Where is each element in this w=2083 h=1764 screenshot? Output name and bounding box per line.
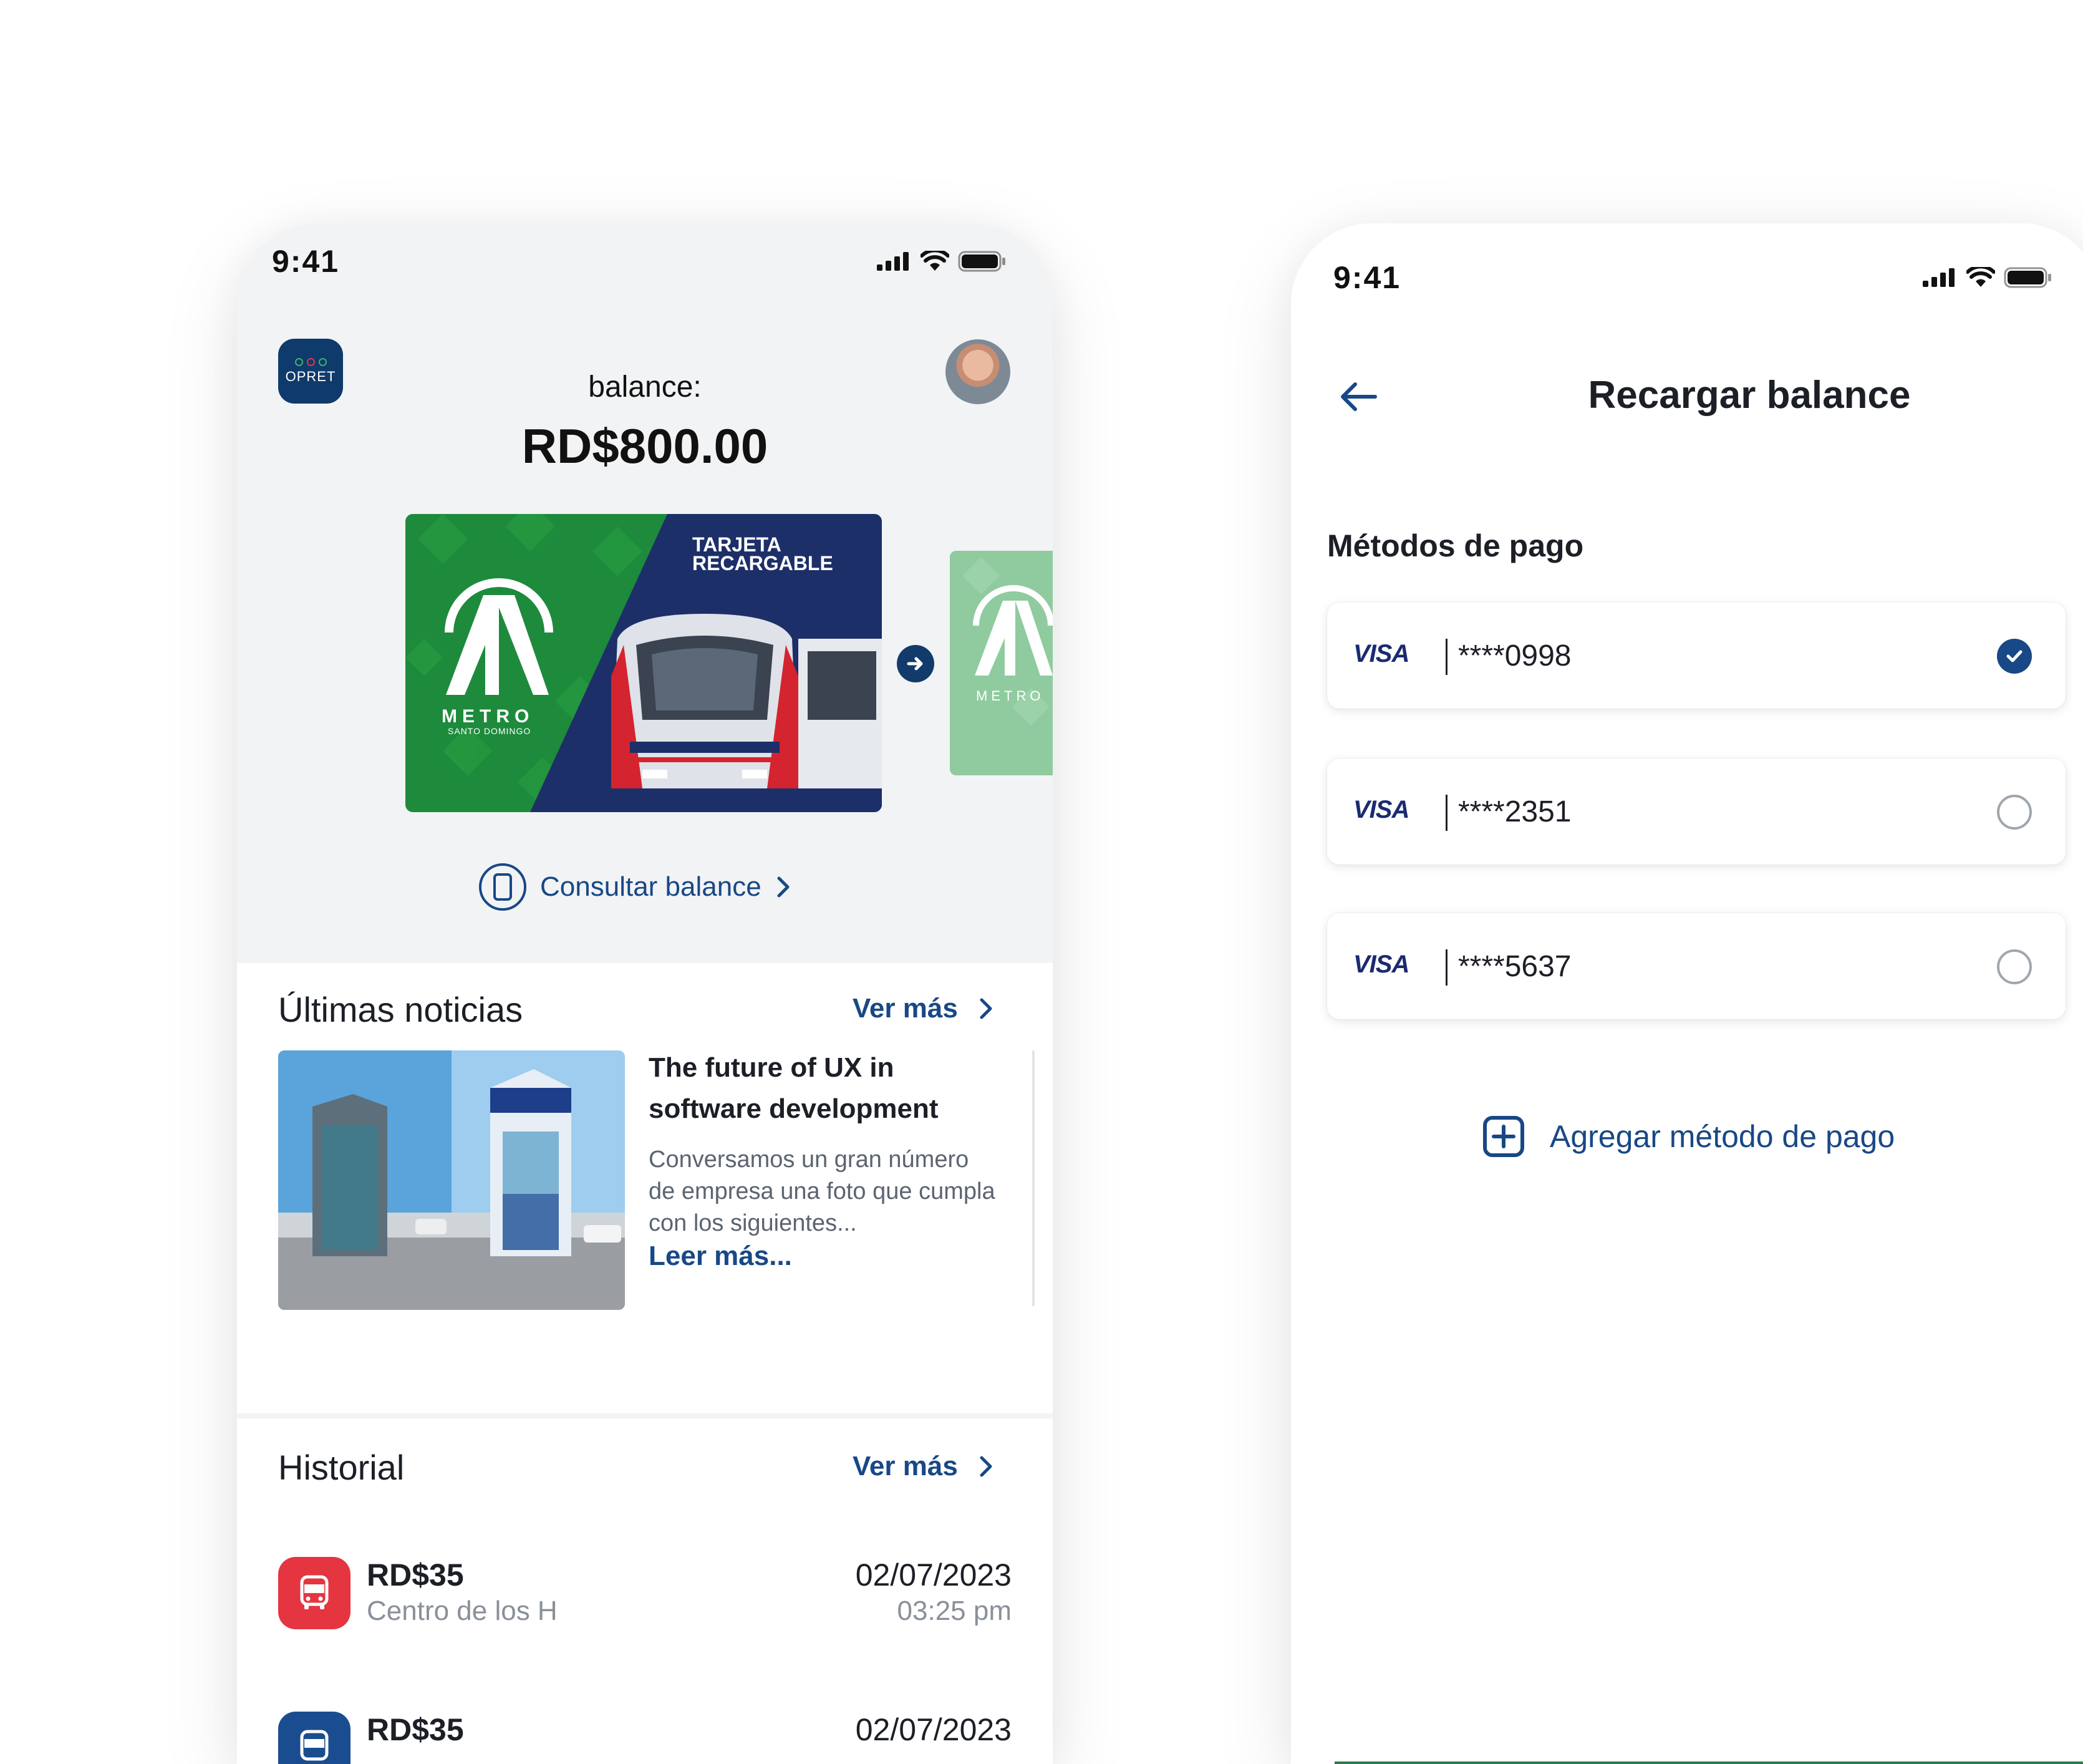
status-time: 9:41 [1333, 260, 1401, 295]
chevron-right-icon [980, 998, 992, 1019]
news-item-title[interactable]: The future of UX in software development [649, 1047, 998, 1130]
news-read-more-link[interactable]: Leer más... [649, 1241, 792, 1272]
card-number: ****0998 [1458, 639, 1572, 672]
history-date: 02/07/2023 [855, 1558, 1012, 1592]
signal-icon [877, 252, 909, 271]
history-date: 02/07/2023 [855, 1712, 1012, 1747]
news-section: Últimas noticias Ver más The future of U [237, 963, 1053, 1413]
signal-icon [1923, 268, 1955, 287]
news-title: Últimas noticias [278, 990, 523, 1029]
plus-square-icon [1483, 1116, 1524, 1157]
history-ver-mas-label: Ver más [853, 1451, 958, 1481]
card-preview-artwork: METRO [950, 551, 1053, 775]
recharge-screen: 9:41 Recargar balance Métodos de pago VI… [1291, 223, 2083, 1764]
history-amount: RD$35 [367, 1712, 464, 1747]
status-bar: 9:41 [1291, 223, 2083, 298]
wifi-icon [1966, 267, 1995, 287]
visa-logo: VISA [1353, 640, 1409, 667]
status-icons [877, 251, 1007, 272]
history-title: Historial [278, 1448, 405, 1487]
chevron-right-icon [777, 876, 790, 898]
next-card-preview[interactable]: METRO [950, 551, 1053, 775]
battery-icon [2004, 267, 2051, 288]
bus-icon [278, 1712, 350, 1764]
bus-icon [278, 1557, 350, 1629]
divider [1446, 639, 1447, 675]
payment-method-card[interactable]: VISA ****0998 [1327, 603, 2066, 709]
balance-label: balance: [588, 371, 702, 404]
status-time: 9:41 [272, 244, 340, 279]
consult-balance-label: Consultar balance [540, 871, 761, 902]
history-section: Historial Ver más RD$35 Centro de los H … [237, 1418, 1053, 1764]
history-ver-mas-link[interactable]: Ver más [853, 1451, 995, 1482]
arrow-right-icon [907, 657, 923, 671]
news-scrollbar[interactable] [1032, 1050, 1035, 1306]
battery-icon [958, 251, 1005, 272]
wifi-icon [921, 251, 949, 271]
history-row[interactable]: RD$35 Centro de los H 02/07/2023 03:25 p… [278, 1557, 1012, 1638]
card-title: TARJETA RECARGABLE [692, 533, 833, 574]
check-icon [2006, 650, 2023, 662]
news-ver-mas-link[interactable]: Ver más [853, 993, 995, 1024]
history-row[interactable]: RD$35 02/07/2023 [278, 1712, 1012, 1764]
news-photo [278, 1050, 625, 1310]
visa-logo: VISA [1353, 796, 1409, 823]
chevron-right-icon [980, 1456, 992, 1477]
divider [1446, 795, 1447, 831]
unselected-radio[interactable] [1997, 795, 2032, 830]
card-number: ****5637 [1458, 950, 1572, 983]
visa-logo: VISA [1353, 951, 1409, 978]
metro-card[interactable]: TARJETA RECARGABLE METRO SANTO DOMINGO [405, 514, 882, 812]
news-item-body: Conversamos un gran número de empresa un… [649, 1146, 995, 1236]
card-icon [479, 863, 526, 911]
news-ver-mas-label: Ver más [853, 993, 958, 1024]
news-image[interactable] [278, 1050, 625, 1310]
payment-method-card[interactable]: VISA ****2351 [1327, 758, 2066, 865]
svg-text:METRO: METRO [976, 688, 1044, 704]
history-amount: RD$35 [367, 1558, 464, 1592]
selected-radio[interactable] [1997, 639, 2032, 674]
status-bar: 9:41 [237, 223, 1053, 298]
card-brand-sub: SANTO DOMINGO [448, 726, 531, 736]
add-payment-method-button[interactable]: Agregar método de pago [1482, 1115, 1895, 1158]
history-time: 03:25 pm [897, 1596, 1012, 1626]
card-number: ****2351 [1458, 795, 1572, 828]
history-place: Centro de los H [367, 1596, 558, 1626]
payment-methods-title: Métodos de pago [1327, 528, 1584, 563]
unselected-radio[interactable] [1997, 949, 2032, 984]
page-title: Recargar balance [1588, 374, 1911, 417]
balance-amount: RD$800.00 [521, 419, 768, 473]
divider [1446, 949, 1447, 986]
card-brand: METRO [442, 706, 534, 727]
status-icons [1923, 267, 2052, 288]
consult-balance-link[interactable]: Consultar balance [478, 862, 793, 912]
home-screen: 9:41 OPRET balance: RD$800.00 TARJETA RE… [237, 223, 1053, 1764]
bottom-edge-line [1335, 1762, 2083, 1764]
next-card-button[interactable] [897, 645, 934, 682]
payment-method-card[interactable]: VISA ****5637 [1327, 913, 2066, 1019]
add-payment-method-label: Agregar método de pago [1550, 1119, 1895, 1154]
